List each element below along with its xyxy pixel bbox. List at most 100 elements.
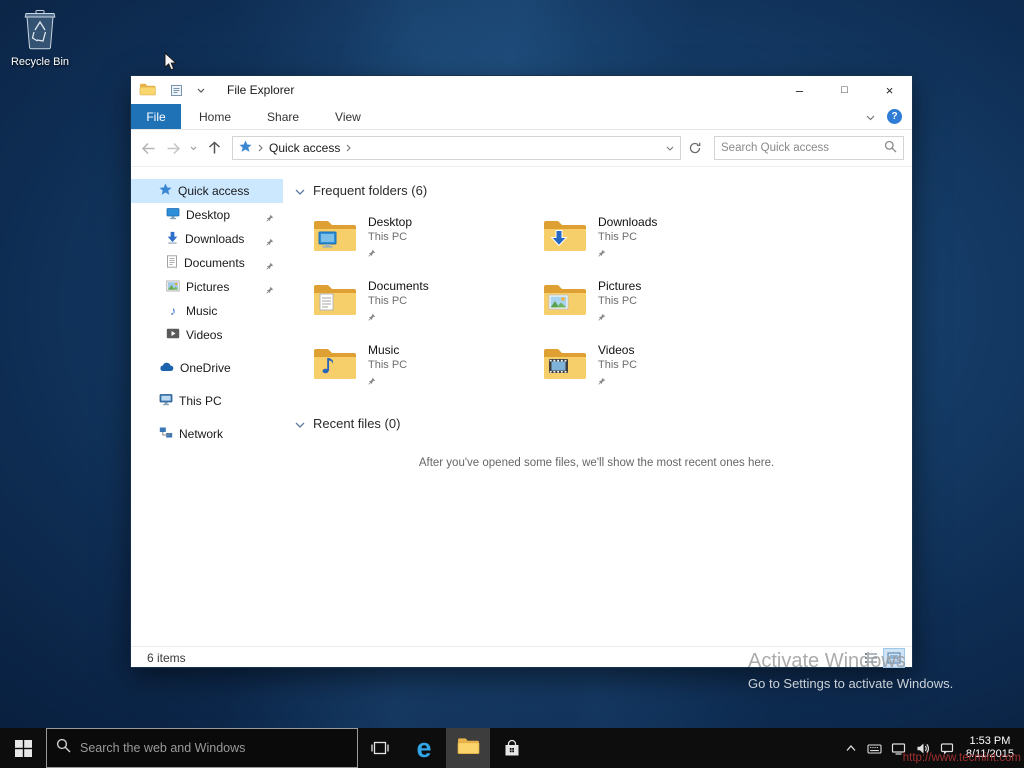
sidebar-label: Quick access <box>178 184 249 198</box>
file-explorer-taskbar-button[interactable] <box>446 728 490 768</box>
taskbar: e 1:53 PM <box>0 728 1024 768</box>
file-explorer-window: File Explorer – □ × File Home Share View… <box>130 75 913 668</box>
search-icon <box>884 140 897 156</box>
back-button[interactable] <box>137 137 159 159</box>
menu-file-button[interactable]: File <box>131 104 181 129</box>
folder-location: This PC <box>368 231 412 243</box>
explorer-window-icon <box>139 82 156 99</box>
folder-tile-pictures[interactable]: Pictures This PC <box>539 276 769 340</box>
this-pc-icon <box>159 393 173 409</box>
touch-keyboard-icon[interactable] <box>863 728 887 768</box>
edge-browser-button[interactable]: e <box>402 728 446 768</box>
help-icon[interactable]: ? <box>887 109 902 124</box>
tab-share[interactable]: Share <box>249 104 317 129</box>
sidebar-item-documents[interactable]: Documents <box>131 251 283 275</box>
qat-customize-dropdown-icon[interactable] <box>197 88 205 93</box>
navigation-pane: Quick access Desktop Downloads <box>131 167 283 646</box>
folder-location: This PC <box>598 359 637 371</box>
sidebar-item-music[interactable]: ♪ Music <box>131 299 283 323</box>
folder-name: Pictures <box>598 279 641 293</box>
pictures-icon <box>166 280 180 295</box>
task-view-button[interactable] <box>358 728 402 768</box>
recycle-bin-icon[interactable]: Recycle Bin <box>8 8 72 68</box>
folder-tile-desktop[interactable]: Desktop This PC <box>309 212 539 276</box>
content-pane: Frequent folders (6) <box>283 167 912 646</box>
frequent-folders-header[interactable]: Frequent folders (6) <box>295 183 912 198</box>
show-hidden-icons-button[interactable] <box>839 728 863 768</box>
sidebar-item-desktop[interactable]: Desktop <box>131 203 283 227</box>
taskbar-search-input[interactable] <box>80 741 348 755</box>
frequent-folders-grid: Desktop This PC <box>309 212 912 404</box>
store-button[interactable] <box>490 728 534 768</box>
recent-files-title: Recent files (0) <box>313 416 400 431</box>
up-button[interactable] <box>203 137 225 159</box>
collapse-chevron-icon <box>295 416 305 431</box>
pin-icon <box>368 374 376 388</box>
music-icon: ♪ <box>166 304 180 318</box>
close-button[interactable]: × <box>867 76 912 104</box>
forward-button[interactable] <box>162 137 184 159</box>
folder-tile-music[interactable]: Music This PC <box>309 340 539 404</box>
folder-location: This PC <box>368 359 407 371</box>
refresh-button[interactable] <box>684 137 706 159</box>
maximize-icon: □ <box>841 84 848 96</box>
mouse-cursor <box>164 52 177 77</box>
address-bar[interactable]: Quick access <box>232 136 681 160</box>
folder-name: Videos <box>598 343 637 357</box>
minimize-icon: – <box>796 83 803 98</box>
sidebar-label: Network <box>179 427 223 441</box>
sidebar-item-network[interactable]: Network <box>131 422 283 446</box>
explorer-search-input[interactable] <box>721 142 884 154</box>
folder-location: This PC <box>598 231 657 243</box>
maximize-button[interactable]: □ <box>822 76 867 104</box>
ribbon-tabs: File Home Share View ? <box>131 104 912 130</box>
downloads-icon <box>166 231 179 247</box>
frequent-folders-title: Frequent folders (6) <box>313 183 427 198</box>
activate-windows-subtext: Go to Settings to activate Windows. <box>748 676 953 691</box>
breadcrumb-quick-access[interactable]: Quick access <box>269 141 340 155</box>
recent-locations-dropdown-icon[interactable] <box>187 146 200 151</box>
items-count: 6 items <box>147 651 186 665</box>
sidebar-label: Music <box>186 304 217 318</box>
sidebar-item-this-pc[interactable]: This PC <box>131 389 283 413</box>
start-button[interactable] <box>0 728 46 768</box>
desktop-icon <box>166 207 180 223</box>
onedrive-icon <box>159 361 174 375</box>
folder-location: This PC <box>598 295 641 307</box>
address-dropdown-icon[interactable] <box>666 146 674 151</box>
recent-empty-message: After you've opened some files, we'll sh… <box>295 457 912 469</box>
pin-icon <box>598 374 606 388</box>
recycle-bin-label: Recycle Bin <box>8 56 72 68</box>
folder-tile-documents[interactable]: Documents This PC <box>309 276 539 340</box>
sidebar-item-downloads[interactable]: Downloads <box>131 227 283 251</box>
minimize-button[interactable]: – <box>777 76 822 104</box>
recent-files-header[interactable]: Recent files (0) <box>295 416 912 431</box>
tab-home[interactable]: Home <box>181 104 249 129</box>
videos-folder-icon <box>542 343 588 384</box>
sidebar-item-videos[interactable]: Videos <box>131 323 283 347</box>
qat-properties-icon[interactable] <box>170 84 183 97</box>
sidebar-item-onedrive[interactable]: OneDrive <box>131 356 283 380</box>
sidebar-item-quick-access[interactable]: Quick access <box>131 179 283 203</box>
quick-access-star-icon <box>159 183 172 199</box>
search-icon <box>56 738 71 758</box>
close-icon: × <box>886 83 894 98</box>
title-bar[interactable]: File Explorer – □ × <box>131 76 912 104</box>
breadcrumb-chevron-icon <box>258 141 263 155</box>
sidebar-item-pictures[interactable]: Pictures <box>131 275 283 299</box>
sidebar-label: Desktop <box>186 208 230 222</box>
taskbar-search-box[interactable] <box>46 728 358 768</box>
pictures-folder-icon <box>542 279 588 320</box>
folder-tile-downloads[interactable]: Downloads This PC <box>539 212 769 276</box>
folder-location: This PC <box>368 295 429 307</box>
sidebar-label: Pictures <box>186 280 229 294</box>
activate-windows-watermark: Activate Windows <box>748 650 906 673</box>
folder-tile-videos[interactable]: Videos This PC <box>539 340 769 404</box>
pin-icon <box>598 310 606 324</box>
sidebar-label: Documents <box>184 256 245 270</box>
pin-icon <box>266 211 274 225</box>
expand-ribbon-icon[interactable] <box>866 110 875 124</box>
explorer-search-box[interactable] <box>714 136 904 160</box>
videos-icon <box>166 328 180 342</box>
tab-view[interactable]: View <box>317 104 379 129</box>
